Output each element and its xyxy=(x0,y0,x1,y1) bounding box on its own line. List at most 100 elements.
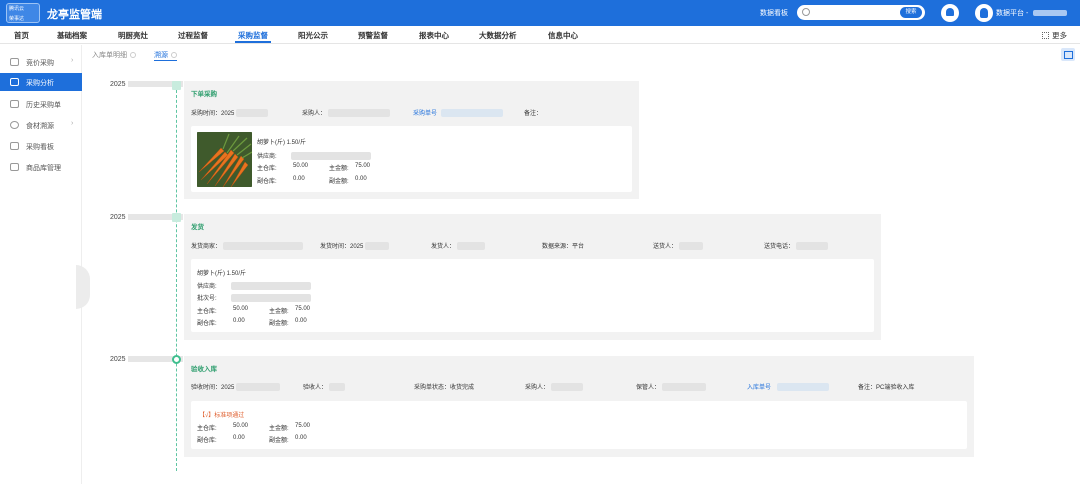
close-icon[interactable] xyxy=(171,52,177,58)
stage-title: 下单采购 xyxy=(191,91,217,98)
stage-acceptance: 验收入库 验收时间：2025 验收人： 采购单状态：收货完成 采购人： 保管人：… xyxy=(184,356,974,457)
sidebar-item-history[interactable]: 历史采购单 xyxy=(0,95,82,113)
sidebar-item-label: 采购分析 xyxy=(26,80,54,87)
main-amount-label: 主金额: xyxy=(329,166,349,172)
order-number-link[interactable]: 采购单号 xyxy=(413,111,437,117)
sidebar-item-bid[interactable]: 竞价采购 › xyxy=(0,53,82,71)
main-store-value: 50.00 xyxy=(233,423,249,429)
main-store-value: 50.00 xyxy=(233,306,249,312)
redacted-value xyxy=(777,383,830,392)
redacted-value xyxy=(551,383,584,392)
ship-sender: 发货人： xyxy=(431,241,486,251)
nav-bigdata[interactable]: 大数据分析 xyxy=(479,30,517,41)
trace-icon xyxy=(10,121,19,129)
bell-icon[interactable] xyxy=(941,4,959,22)
user-name-redacted xyxy=(1033,10,1068,17)
carrot-image xyxy=(197,132,252,187)
nav-process[interactable]: 过程监督 xyxy=(178,30,208,41)
item-sub-row: 副仓库: 0.00 副金额: 0.00 xyxy=(257,176,457,185)
timeline-date-text: 2025 xyxy=(110,356,126,363)
item-main-row: 主仓库: 50.00 主金额: 75.00 xyxy=(197,423,397,432)
more-button[interactable]: 更多 xyxy=(1042,30,1067,41)
main-amount-value: 75.00 xyxy=(355,163,371,169)
main-amount-value: 75.00 xyxy=(295,423,311,429)
redacted-value xyxy=(365,242,390,251)
item-supplier: 供应商: xyxy=(257,151,371,161)
item-main-row: 主仓库: 50.00 主金额: 75.00 xyxy=(257,163,457,172)
grid-icon xyxy=(1042,32,1049,39)
accept-buyer: 采购人： xyxy=(525,382,584,392)
nav-kitchen[interactable]: 明厨亮灶 xyxy=(118,30,148,41)
accept-time: 验收时间：2025 xyxy=(191,382,281,392)
search-input[interactable] xyxy=(813,7,893,18)
panel-toggle-icon[interactable] xyxy=(1061,48,1075,61)
accept-result: 【√】标准项通过 xyxy=(199,413,245,419)
product-icon xyxy=(10,163,19,171)
ship-deliverer: 送货人： xyxy=(653,241,704,251)
sidebar-item-label: 食材溯源 xyxy=(26,123,54,130)
timeline-node xyxy=(172,355,181,364)
nav-warning[interactable]: 预警监督 xyxy=(358,30,388,41)
sub-amount-label: 副金额: xyxy=(269,321,289,327)
item-name: 胡萝卜(斤) 1.50/斤 xyxy=(257,140,307,146)
nav-basic-files[interactable]: 基础档案 xyxy=(57,30,87,41)
nav-info[interactable]: 信息中心 xyxy=(548,30,578,41)
main-amount-label: 主金额: xyxy=(269,309,289,315)
accept-keeper: 保管人： xyxy=(636,382,707,392)
redacted-value xyxy=(223,242,304,251)
search-button[interactable]: 搜索 xyxy=(900,7,922,18)
item-sub-row: 副仓库: 0.00 副金额: 0.00 xyxy=(197,318,397,327)
main-amount-label: 主金额: xyxy=(269,426,289,432)
ship-merchant: 发货商家： xyxy=(191,241,304,251)
data-board-link[interactable]: 数据看板 xyxy=(760,8,788,18)
accept-remark: 备注：PC端验收入库 xyxy=(858,385,915,391)
sub-store-value: 0.00 xyxy=(233,318,245,324)
tab-trace[interactable]: 溯源 xyxy=(154,50,177,61)
timeline-node xyxy=(172,213,181,222)
board-icon xyxy=(10,142,19,150)
merchant-label: 发货商家： xyxy=(191,244,222,250)
stage-title: 发货 xyxy=(191,224,204,231)
main-store-label: 主仓库: xyxy=(197,426,217,432)
logo-line2: 荣事达 xyxy=(9,16,25,22)
ship-time: 发货时间：2025 xyxy=(320,241,390,251)
redacted-value xyxy=(236,109,269,118)
analysis-icon xyxy=(10,78,19,86)
sub-amount-value: 0.00 xyxy=(355,176,367,182)
sidebar-item-board[interactable]: 采购看板 xyxy=(0,137,82,155)
timeline-node xyxy=(172,81,181,90)
nav-active-indicator xyxy=(235,41,271,43)
order-time: 采购时间：2025 xyxy=(191,108,269,118)
nav-purchase[interactable]: 采购监督 xyxy=(238,30,268,41)
timeline-line xyxy=(176,85,177,471)
sidebar-item-analysis[interactable]: 采购分析 xyxy=(0,73,82,91)
store-number-link[interactable]: 入库单号 xyxy=(747,385,771,391)
chevron-right-icon: › xyxy=(71,57,74,64)
redacted-value xyxy=(441,109,504,118)
redacted-value xyxy=(662,383,707,392)
sidebar-item-trace[interactable]: 食材溯源 › xyxy=(0,116,82,134)
sub-store-value: 0.00 xyxy=(293,176,305,182)
bid-icon xyxy=(10,58,19,66)
order-buyer: 采购人： xyxy=(302,108,391,118)
close-icon[interactable] xyxy=(130,52,136,58)
tab-store-detail[interactable]: 入库单明细 xyxy=(92,50,136,60)
app-title: 龙亭监管端 xyxy=(47,9,102,21)
user-menu[interactable]: 数据平台 - xyxy=(996,8,1068,18)
nav-home[interactable]: 首页 xyxy=(14,30,29,41)
sender-label: 发货人： xyxy=(431,244,456,250)
sub-amount-label: 副金额: xyxy=(329,179,349,185)
ship-item-card: 胡萝卜(斤) 1.50/斤 供应商: 批次号: 主仓库: 50.00 主金额: … xyxy=(191,259,874,332)
phone-label: 送货电话： xyxy=(764,244,795,250)
sub-store-label: 副仓库: xyxy=(197,438,217,444)
sidebar-toggle-handle[interactable] xyxy=(76,265,90,309)
nav-sunshine[interactable]: 阳光公示 xyxy=(298,30,328,41)
avatar[interactable] xyxy=(975,4,993,22)
stage-shipping: 发货 发货商家： 发货时间：2025 发货人： 数据来源：平台 送货人： 送货电… xyxy=(184,214,881,340)
sidebar-item-label: 商品库管理 xyxy=(26,165,61,172)
more-label: 更多 xyxy=(1052,31,1067,40)
logo: 腾讯云 荣事达 xyxy=(6,3,40,23)
sidebar-item-products[interactable]: 商品库管理 xyxy=(0,158,82,176)
redacted-value xyxy=(329,383,346,392)
nav-reports[interactable]: 报表中心 xyxy=(419,30,449,41)
